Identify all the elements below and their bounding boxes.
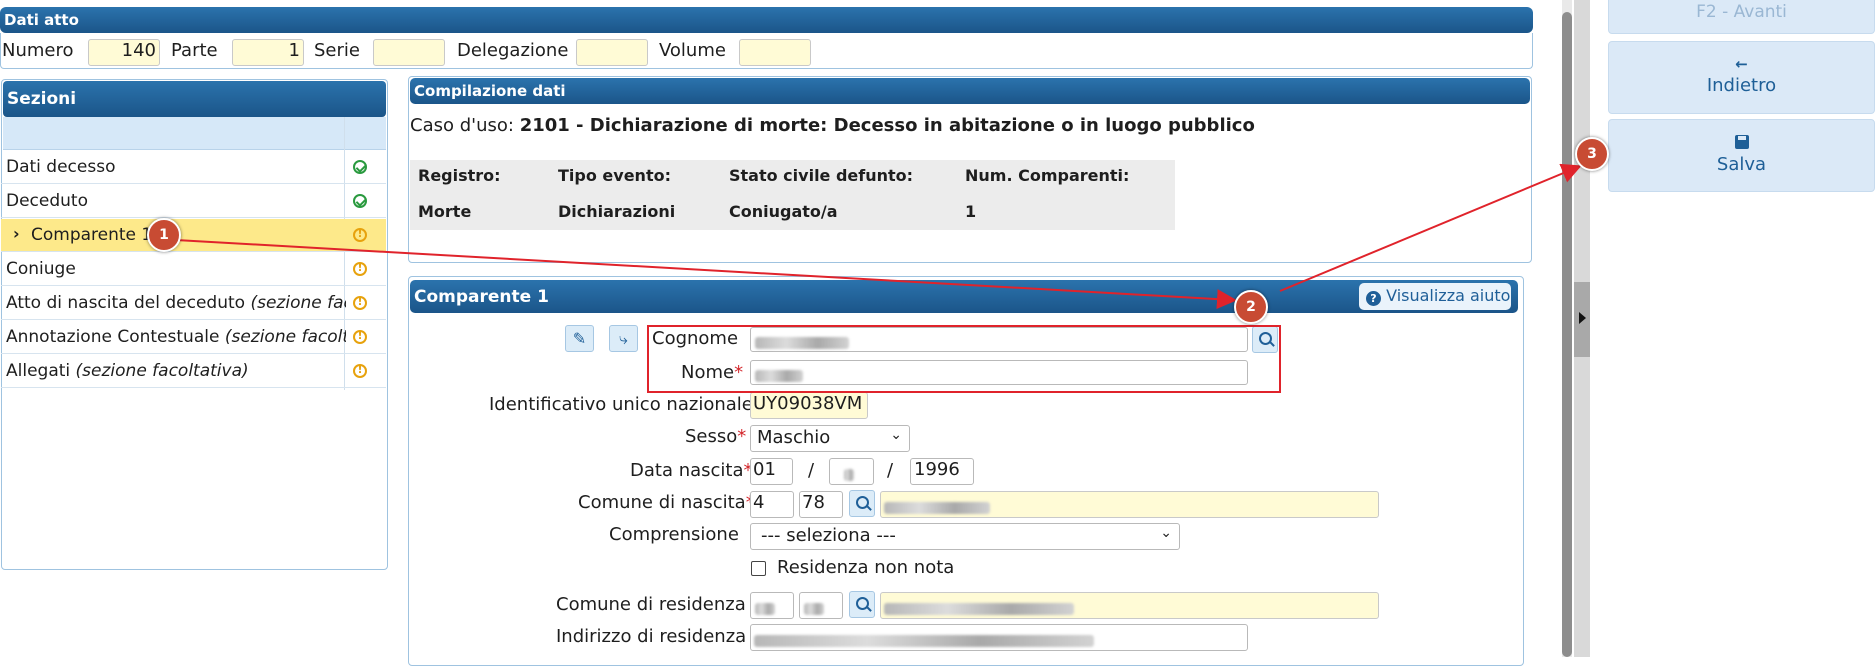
annotation-arrows <box>175 163 1582 310</box>
arrow-2-to-3 <box>1279 163 1582 292</box>
annotation-marker-1: 1 <box>147 218 181 252</box>
annotation-marker-3: 3 <box>1575 137 1609 171</box>
arrow-1-to-2 <box>175 239 1237 310</box>
annotation-marker-2: 2 <box>1234 290 1268 324</box>
